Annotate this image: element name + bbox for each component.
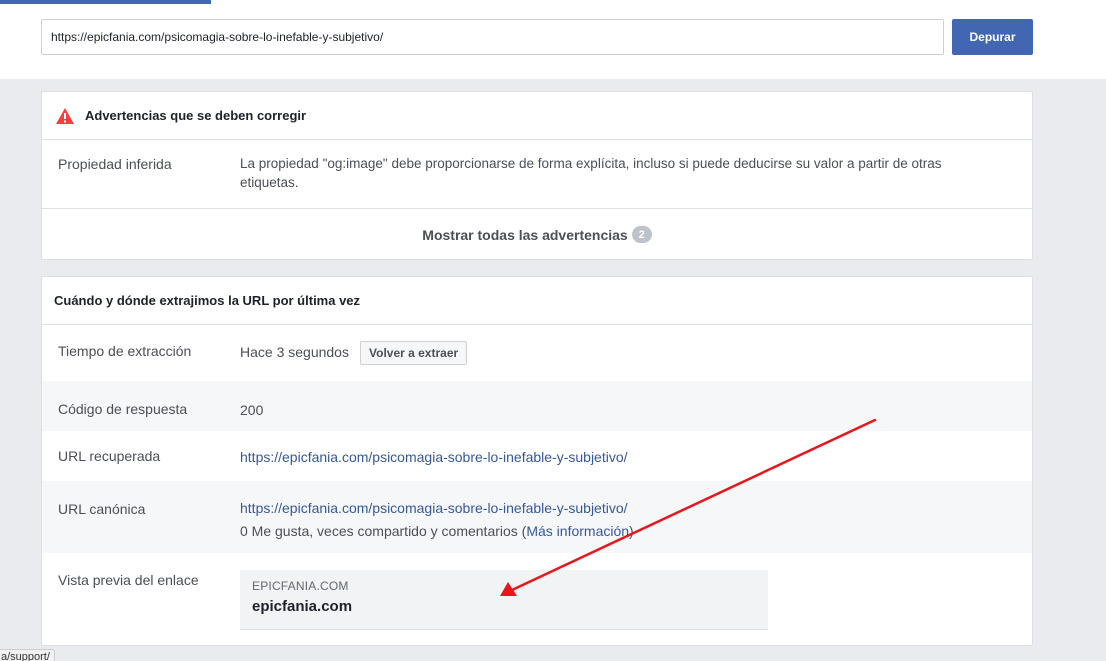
fetch-time-value: Hace 3 segundos: [240, 344, 349, 360]
debug-button[interactable]: Depurar: [952, 19, 1033, 55]
warning-property-label: Propiedad inferida: [58, 156, 172, 172]
engagement-text: 0 Me gusta, veces compartido y comentari…: [240, 523, 634, 539]
top-toolbar: Depurar: [0, 0, 1106, 79]
warnings-count-badge: 2: [631, 226, 652, 243]
refetch-button[interactable]: Volver a extraer: [360, 341, 468, 365]
warning-message: La propiedad "og:image" debe proporciona…: [240, 156, 942, 190]
preview-domain: EPICFANIA.COM: [252, 579, 349, 593]
link-hover-tooltip: a/support/: [0, 649, 55, 661]
warning-icon: [55, 107, 75, 125]
engagement-suffix: ): [629, 523, 634, 539]
fetch-time-row: Tiempo de extracción Hace 3 segundos Vol…: [42, 325, 1032, 381]
canonical-url-label: URL canónica: [58, 501, 146, 517]
response-code-value: 200: [240, 402, 264, 418]
link-preview-row: Vista previa del enlace EPICFANIA.COM ep…: [42, 553, 1032, 645]
response-code-row: Código de respuesta 200: [42, 381, 1032, 431]
fetched-url-label: URL recuperada: [58, 448, 161, 464]
fetch-time-label: Tiempo de extracción: [58, 343, 192, 359]
active-tab-indicator: [0, 0, 211, 4]
more-info-link[interactable]: Más información: [526, 523, 629, 539]
fetched-url-row: URL recuperada https://epicfania.com/psi…: [42, 431, 1032, 481]
url-input[interactable]: [41, 19, 944, 55]
warnings-header: Advertencias que se deben corregir: [42, 92, 1032, 140]
warning-row: Propiedad inferida La propiedad "og:imag…: [42, 140, 1032, 209]
warnings-title: Advertencias que se deben corregir: [85, 108, 307, 123]
engagement-prefix: 0 Me gusta, veces compartido y comentari…: [240, 523, 527, 539]
fetched-url-link[interactable]: https://epicfania.com/psicomagia-sobre-l…: [240, 448, 628, 467]
scrape-info-title: Cuándo y dónde extrajimos la URL por últ…: [54, 293, 361, 308]
preview-title: epicfania.com: [252, 598, 353, 615]
canonical-url-row: URL canónica https://epicfania.com/psico…: [42, 481, 1032, 553]
show-all-warnings-link[interactable]: Mostrar todas las advertencias 2: [42, 209, 1032, 260]
canonical-url-link[interactable]: https://epicfania.com/psicomagia-sobre-l…: [240, 499, 628, 518]
scrape-info-panel: Cuándo y dónde extrajimos la URL por últ…: [41, 276, 1033, 646]
response-code-label: Código de respuesta: [58, 401, 188, 417]
link-preview-label: Vista previa del enlace: [58, 572, 199, 588]
show-all-warnings-label: Mostrar todas las advertencias: [422, 226, 628, 243]
warnings-panel: Advertencias que se deben corregir Propi…: [41, 91, 1033, 260]
scrape-info-header: Cuándo y dónde extrajimos la URL por últ…: [42, 277, 1032, 325]
link-preview-card[interactable]: EPICFANIA.COM epicfania.com: [240, 570, 768, 630]
